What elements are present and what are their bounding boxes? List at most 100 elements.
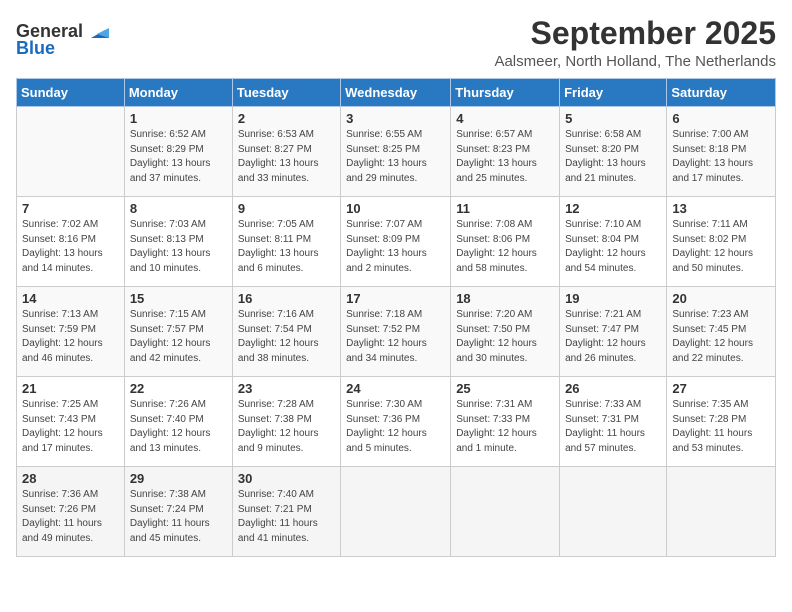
- daylight: Daylight: 13 hours and 25 minutes.: [456, 157, 554, 186]
- sunset: Sunset: 8:11 PM: [238, 233, 335, 248]
- sunset: Sunset: 7:52 PM: [346, 323, 445, 338]
- day-number: 12: [565, 201, 661, 216]
- day-number: 23: [238, 381, 335, 396]
- calendar-cell-w1-d6: 5 Sunrise: 6:58 AM Sunset: 8:20 PM Dayli…: [560, 107, 667, 197]
- calendar-week-3: 14 Sunrise: 7:13 AM Sunset: 7:59 PM Dayl…: [17, 287, 776, 377]
- sunset: Sunset: 7:36 PM: [346, 413, 445, 428]
- day-detail: Sunrise: 6:52 AM Sunset: 8:29 PM Dayligh…: [130, 128, 227, 186]
- day-number: 13: [672, 201, 770, 216]
- day-detail: Sunrise: 7:08 AM Sunset: 8:06 PM Dayligh…: [456, 218, 554, 276]
- sunset: Sunset: 8:27 PM: [238, 143, 335, 158]
- sunrise: Sunrise: 7:30 AM: [346, 398, 445, 413]
- sunrise: Sunrise: 7:26 AM: [130, 398, 227, 413]
- day-detail: Sunrise: 7:16 AM Sunset: 7:54 PM Dayligh…: [238, 308, 335, 366]
- sunset: Sunset: 7:50 PM: [456, 323, 554, 338]
- calendar-cell-w2-d2: 8 Sunrise: 7:03 AM Sunset: 8:13 PM Dayli…: [124, 197, 232, 287]
- daylight: Daylight: 13 hours and 17 minutes.: [672, 157, 770, 186]
- calendar-cell-w2-d6: 12 Sunrise: 7:10 AM Sunset: 8:04 PM Dayl…: [560, 197, 667, 287]
- daylight: Daylight: 11 hours and 41 minutes.: [238, 517, 335, 546]
- calendar-cell-w3-d7: 20 Sunrise: 7:23 AM Sunset: 7:45 PM Dayl…: [667, 287, 776, 377]
- sunrise: Sunrise: 7:16 AM: [238, 308, 335, 323]
- header-friday: Friday: [560, 79, 667, 107]
- daylight: Daylight: 13 hours and 2 minutes.: [346, 247, 445, 276]
- daylight: Daylight: 13 hours and 6 minutes.: [238, 247, 335, 276]
- sunset: Sunset: 8:23 PM: [456, 143, 554, 158]
- sunrise: Sunrise: 7:38 AM: [130, 488, 227, 503]
- page-header: General Blue September 2025 Aalsmeer, No…: [16, 16, 776, 70]
- sunrise: Sunrise: 7:05 AM: [238, 218, 335, 233]
- day-detail: Sunrise: 7:13 AM Sunset: 7:59 PM Dayligh…: [22, 308, 119, 366]
- calendar-cell-w1-d1: [17, 107, 125, 197]
- sunset: Sunset: 7:43 PM: [22, 413, 119, 428]
- sunset: Sunset: 8:06 PM: [456, 233, 554, 248]
- calendar-cell-w1-d3: 2 Sunrise: 6:53 AM Sunset: 8:27 PM Dayli…: [232, 107, 340, 197]
- calendar-cell-w5-d3: 30 Sunrise: 7:40 AM Sunset: 7:21 PM Dayl…: [232, 467, 340, 557]
- day-detail: Sunrise: 7:21 AM Sunset: 7:47 PM Dayligh…: [565, 308, 661, 366]
- calendar-cell-w3-d4: 17 Sunrise: 7:18 AM Sunset: 7:52 PM Dayl…: [341, 287, 451, 377]
- calendar-week-1: 1 Sunrise: 6:52 AM Sunset: 8:29 PM Dayli…: [17, 107, 776, 197]
- day-detail: Sunrise: 7:31 AM Sunset: 7:33 PM Dayligh…: [456, 398, 554, 456]
- calendar-cell-w4-d1: 21 Sunrise: 7:25 AM Sunset: 7:43 PM Dayl…: [17, 377, 125, 467]
- calendar-cell-w5-d7: [667, 467, 776, 557]
- daylight: Daylight: 13 hours and 14 minutes.: [22, 247, 119, 276]
- sunrise: Sunrise: 7:23 AM: [672, 308, 770, 323]
- calendar-cell-w5-d1: 28 Sunrise: 7:36 AM Sunset: 7:26 PM Dayl…: [17, 467, 125, 557]
- day-number: 4: [456, 111, 554, 126]
- daylight: Daylight: 12 hours and 42 minutes.: [130, 337, 227, 366]
- calendar-week-2: 7 Sunrise: 7:02 AM Sunset: 8:16 PM Dayli…: [17, 197, 776, 287]
- day-detail: Sunrise: 6:57 AM Sunset: 8:23 PM Dayligh…: [456, 128, 554, 186]
- day-detail: Sunrise: 7:28 AM Sunset: 7:38 PM Dayligh…: [238, 398, 335, 456]
- day-detail: Sunrise: 7:36 AM Sunset: 7:26 PM Dayligh…: [22, 488, 119, 546]
- sunrise: Sunrise: 7:03 AM: [130, 218, 227, 233]
- daylight: Daylight: 13 hours and 21 minutes.: [565, 157, 661, 186]
- day-detail: Sunrise: 7:02 AM Sunset: 8:16 PM Dayligh…: [22, 218, 119, 276]
- logo: General Blue: [16, 16, 109, 59]
- month-title: September 2025: [494, 16, 776, 51]
- logo-blue-text: Blue: [16, 38, 55, 59]
- sunrise: Sunrise: 7:15 AM: [130, 308, 227, 323]
- calendar-cell-w2-d3: 9 Sunrise: 7:05 AM Sunset: 8:11 PM Dayli…: [232, 197, 340, 287]
- day-number: 24: [346, 381, 445, 396]
- day-number: 9: [238, 201, 335, 216]
- calendar-cell-w2-d5: 11 Sunrise: 7:08 AM Sunset: 8:06 PM Dayl…: [451, 197, 560, 287]
- calendar-cell-w1-d7: 6 Sunrise: 7:00 AM Sunset: 8:18 PM Dayli…: [667, 107, 776, 197]
- sunrise: Sunrise: 6:57 AM: [456, 128, 554, 143]
- sunrise: Sunrise: 7:33 AM: [565, 398, 661, 413]
- sunrise: Sunrise: 7:35 AM: [672, 398, 770, 413]
- day-number: 6: [672, 111, 770, 126]
- daylight: Daylight: 13 hours and 33 minutes.: [238, 157, 335, 186]
- day-detail: Sunrise: 7:10 AM Sunset: 8:04 PM Dayligh…: [565, 218, 661, 276]
- sunset: Sunset: 8:16 PM: [22, 233, 119, 248]
- day-detail: Sunrise: 7:03 AM Sunset: 8:13 PM Dayligh…: [130, 218, 227, 276]
- calendar-week-5: 28 Sunrise: 7:36 AM Sunset: 7:26 PM Dayl…: [17, 467, 776, 557]
- daylight: Daylight: 13 hours and 29 minutes.: [346, 157, 445, 186]
- day-number: 28: [22, 471, 119, 486]
- day-detail: Sunrise: 7:26 AM Sunset: 7:40 PM Dayligh…: [130, 398, 227, 456]
- sunrise: Sunrise: 7:25 AM: [22, 398, 119, 413]
- day-detail: Sunrise: 6:55 AM Sunset: 8:25 PM Dayligh…: [346, 128, 445, 186]
- location: Aalsmeer, North Holland, The Netherlands: [494, 53, 776, 70]
- sunrise: Sunrise: 6:55 AM: [346, 128, 445, 143]
- daylight: Daylight: 12 hours and 30 minutes.: [456, 337, 554, 366]
- day-detail: Sunrise: 7:25 AM Sunset: 7:43 PM Dayligh…: [22, 398, 119, 456]
- header-sunday: Sunday: [17, 79, 125, 107]
- day-number: 21: [22, 381, 119, 396]
- daylight: Daylight: 13 hours and 10 minutes.: [130, 247, 227, 276]
- logo-icon: [87, 20, 109, 42]
- sunset: Sunset: 8:09 PM: [346, 233, 445, 248]
- day-detail: Sunrise: 7:35 AM Sunset: 7:28 PM Dayligh…: [672, 398, 770, 456]
- sunrise: Sunrise: 7:21 AM: [565, 308, 661, 323]
- day-number: 26: [565, 381, 661, 396]
- sunset: Sunset: 8:18 PM: [672, 143, 770, 158]
- calendar-cell-w3-d2: 15 Sunrise: 7:15 AM Sunset: 7:57 PM Dayl…: [124, 287, 232, 377]
- sunset: Sunset: 8:20 PM: [565, 143, 661, 158]
- day-number: 5: [565, 111, 661, 126]
- day-detail: Sunrise: 7:18 AM Sunset: 7:52 PM Dayligh…: [346, 308, 445, 366]
- sunrise: Sunrise: 7:13 AM: [22, 308, 119, 323]
- calendar-header-row: Sunday Monday Tuesday Wednesday Thursday…: [17, 79, 776, 107]
- daylight: Daylight: 12 hours and 34 minutes.: [346, 337, 445, 366]
- header-monday: Monday: [124, 79, 232, 107]
- sunset: Sunset: 7:47 PM: [565, 323, 661, 338]
- day-number: 10: [346, 201, 445, 216]
- calendar-cell-w1-d4: 3 Sunrise: 6:55 AM Sunset: 8:25 PM Dayli…: [341, 107, 451, 197]
